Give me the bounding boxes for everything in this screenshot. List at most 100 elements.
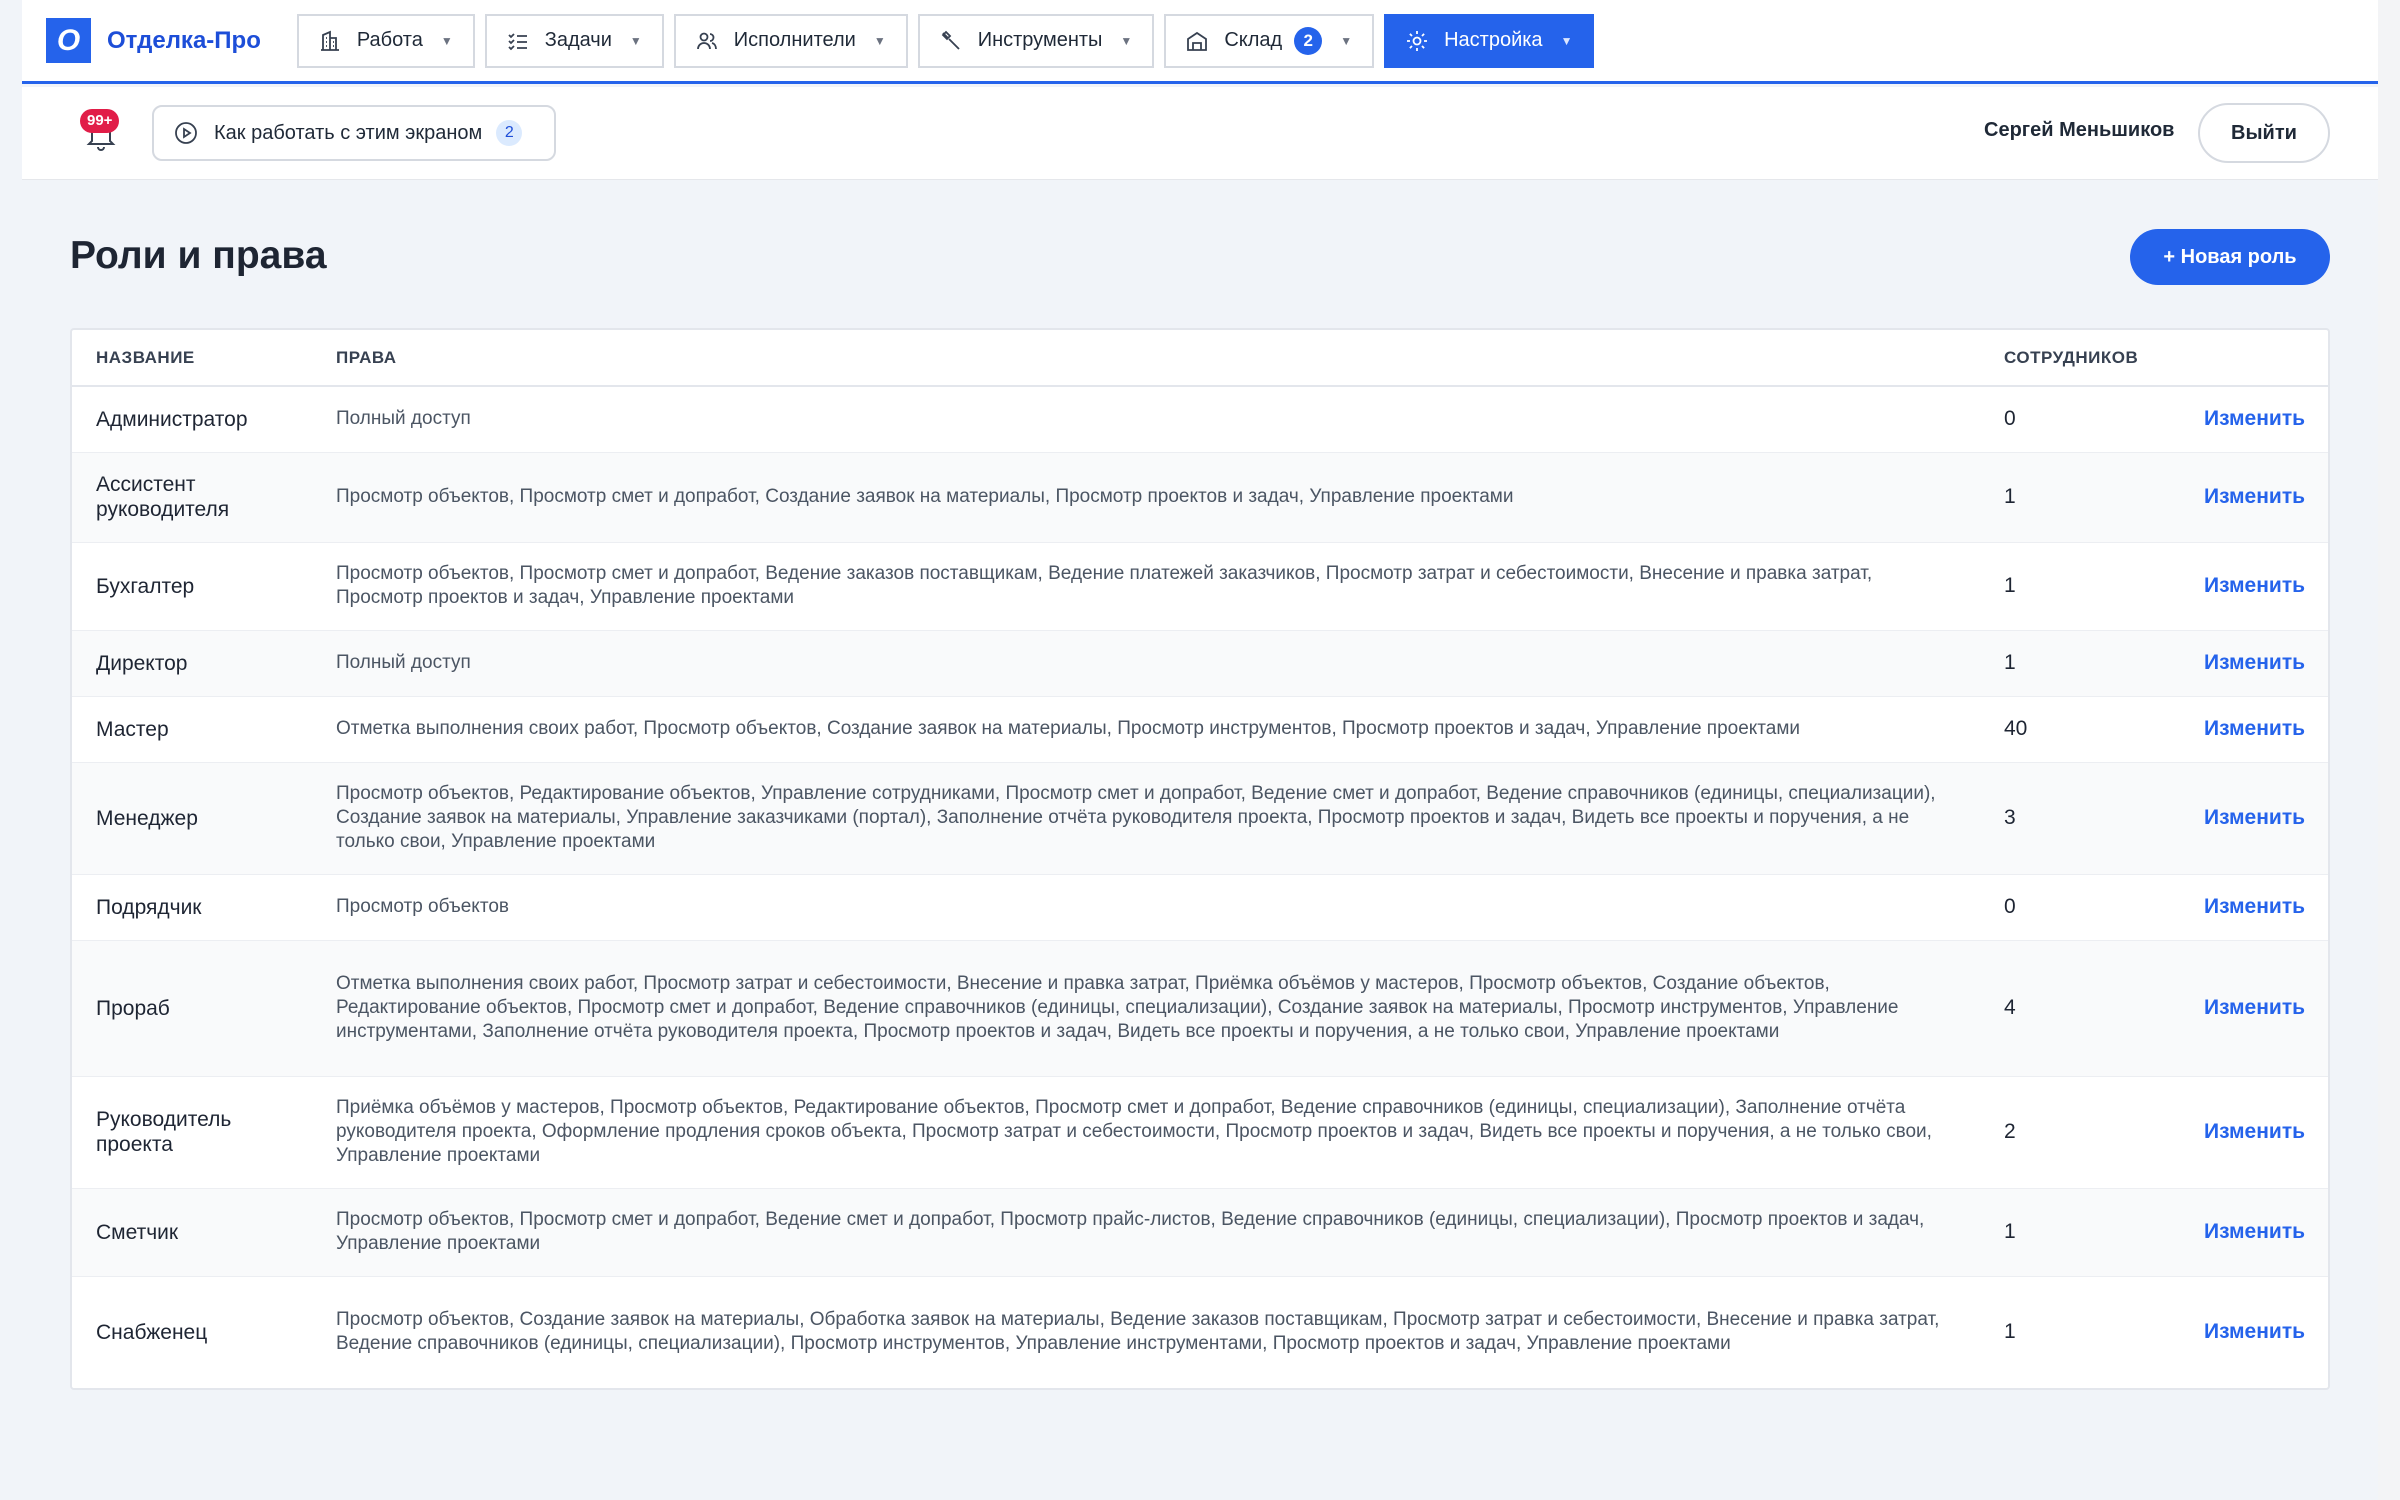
building-icon xyxy=(319,30,341,52)
table-header-row: Название Права Сотрудников xyxy=(72,330,2328,387)
edit-role-link[interactable]: Изменить xyxy=(2204,806,2305,829)
window-edge xyxy=(2378,0,2400,1500)
role-actions: Изменить xyxy=(2180,874,2328,941)
warehouse-badge: 2 xyxy=(1294,26,1323,55)
role-rights: Полный доступ xyxy=(312,386,1980,453)
top-navigation: О Отделка-Про Работа ▼ Задачи ▼ Исполнит… xyxy=(22,0,2378,84)
role-rights: Просмотр объектов xyxy=(312,874,1980,941)
edit-role-link[interactable]: Изменить xyxy=(2204,574,2305,597)
gear-icon xyxy=(1406,30,1428,52)
chevron-down-icon: ▼ xyxy=(1560,33,1573,48)
edit-role-link[interactable]: Изменить xyxy=(2204,996,2305,1019)
role-actions: Изменить xyxy=(2180,630,2328,697)
edit-role-link[interactable]: Изменить xyxy=(2204,485,2305,508)
role-employee-count: 0 xyxy=(1980,874,2180,941)
role-rights: Приёмка объёмов у мастеров, Просмотр объ… xyxy=(312,1076,1980,1189)
role-rights: Просмотр объектов, Просмотр смет и допра… xyxy=(312,452,1980,543)
role-employee-count: 1 xyxy=(2004,1320,2016,1344)
role-actions: Изменить xyxy=(2180,1076,2328,1189)
nav-executors[interactable]: Исполнители ▼ xyxy=(673,13,908,68)
chevron-down-icon: ▼ xyxy=(629,33,642,48)
page-title: Роли и права xyxy=(70,234,327,277)
brand[interactable]: О Отделка-Про xyxy=(46,18,261,63)
role-name: Сметчик xyxy=(72,1188,312,1277)
nav-executors-label: Исполнители xyxy=(733,29,856,51)
logout-button[interactable]: Выйти xyxy=(2198,103,2330,163)
chevron-down-icon: ▼ xyxy=(440,33,453,48)
nav-work-label: Работа xyxy=(356,29,423,51)
table-row: Снабженец Просмотр объектов, Создание зая… xyxy=(72,1276,2328,1388)
role-name: Руководитель проекта xyxy=(72,1076,312,1189)
edit-role-link[interactable]: Изменить xyxy=(2204,1120,2305,1143)
role-name: Менеджер xyxy=(72,762,312,875)
user-name: Сергей Меньшиков xyxy=(1984,119,2175,141)
nav-tools[interactable]: Инструменты ▼ xyxy=(917,13,1155,68)
help-button[interactable]: Как работать с этим экраном 2 xyxy=(152,105,556,161)
column-header-count: Сотрудников xyxy=(1980,330,2180,387)
nav-tasks[interactable]: Задачи ▼ xyxy=(484,13,664,68)
nav-warehouse-label: Склад xyxy=(1224,29,1283,51)
help-label: Как работать с этим экраном xyxy=(214,121,483,144)
role-employee-count: 4 xyxy=(1980,940,2180,1077)
role-employee-count: 1 xyxy=(1980,1188,2180,1277)
role-actions: Изменить xyxy=(2180,542,2328,631)
role-name: Подрядчик xyxy=(72,874,312,941)
hammer-icon xyxy=(940,30,962,52)
table-row: Ассистент руководителя Просмотр объектов,… xyxy=(72,452,2328,543)
role-rights: Просмотр объектов, Создание заявок на ма… xyxy=(336,1309,1940,1355)
edit-role-link[interactable]: Изменить xyxy=(2204,717,2305,740)
role-actions: Изменить xyxy=(2180,696,2328,763)
chevron-down-icon: ▼ xyxy=(1340,33,1353,48)
role-employee-count: 1 xyxy=(1980,542,2180,631)
table-row: Подрядчик Просмотр объектов 0 Изменить xyxy=(72,874,2328,941)
role-actions: Изменить xyxy=(2180,1276,2328,1388)
column-header-action xyxy=(2180,330,2328,387)
table-row: Мастер Отметка выполнения своих работ, Пр… xyxy=(72,696,2328,763)
role-name: Администратор xyxy=(72,386,312,453)
role-employee-count: 1 xyxy=(1980,630,2180,697)
notifications-badge: 99+ xyxy=(80,109,120,133)
role-actions: Изменить xyxy=(2180,762,2328,875)
role-rights: Отметка выполнения своих работ, Просмотр… xyxy=(312,696,1980,763)
table-row: Сметчик Просмотр объектов, Просмотр смет … xyxy=(72,1188,2328,1277)
table-row: Администратор Полный доступ 0 Изменить xyxy=(72,386,2328,453)
role-employee-count: 3 xyxy=(1980,762,2180,875)
table-row: Бухгалтер Просмотр объектов, Просмотр сме… xyxy=(72,542,2328,631)
role-actions: Изменить xyxy=(2180,1188,2328,1277)
roles-table: Название Права Сотрудников Администратор… xyxy=(70,328,2330,1390)
nav-settings[interactable]: Настройка ▼ xyxy=(1384,13,1595,68)
edit-role-link[interactable]: Изменить xyxy=(2204,407,2305,430)
brand-logo: О xyxy=(46,18,91,63)
role-name: Ассистент руководителя xyxy=(72,452,312,543)
role-employee-count: 1 xyxy=(1980,452,2180,543)
warehouse-icon xyxy=(1186,30,1208,52)
role-actions: Изменить xyxy=(2180,386,2328,453)
role-employee-count: 2 xyxy=(1980,1076,2180,1189)
role-actions: Изменить xyxy=(2180,940,2328,1077)
role-actions: Изменить xyxy=(2180,452,2328,543)
role-name: Снабженец xyxy=(96,1320,208,1344)
nav-work[interactable]: Работа ▼ xyxy=(296,13,475,68)
role-rights: Просмотр объектов, Редактирование объект… xyxy=(312,762,1980,875)
brand-name: Отделка-Про xyxy=(107,26,261,54)
role-rights: Полный доступ xyxy=(312,630,1980,697)
table-row: Директор Полный доступ 1 Изменить xyxy=(72,630,2328,697)
nav-settings-label: Настройка xyxy=(1444,29,1543,51)
nav-tools-label: Инструменты xyxy=(977,29,1103,51)
edit-role-link[interactable]: Изменить xyxy=(2204,895,2305,918)
roles-table-body: Администратор Полный доступ 0 Изменить Ассис… xyxy=(72,386,2328,1388)
edit-role-link[interactable]: Изменить xyxy=(2204,1320,2305,1343)
play-circle-icon xyxy=(174,121,198,145)
role-employee-count: 0 xyxy=(1980,386,2180,453)
column-header-rights: Права xyxy=(312,330,1980,387)
table-row: Прораб Отметка выполнения своих работ, Пр… xyxy=(72,940,2328,1077)
checklist-icon xyxy=(507,30,529,52)
edit-role-link[interactable]: Изменить xyxy=(2204,651,2305,674)
edit-role-link[interactable]: Изменить xyxy=(2204,1220,2305,1243)
chevron-down-icon: ▼ xyxy=(873,33,886,48)
table-row: Руководитель проекта Приёмка объёмов у ма… xyxy=(72,1076,2328,1189)
new-role-button[interactable]: + Новая роль xyxy=(2130,229,2330,285)
nav-warehouse[interactable]: Склад 2 ▼ xyxy=(1164,13,1375,68)
role-name: Бухгалтер xyxy=(72,542,312,631)
sub-toolbar: 99+ Как работать с этим экраном 2 Сергей… xyxy=(22,87,2378,180)
